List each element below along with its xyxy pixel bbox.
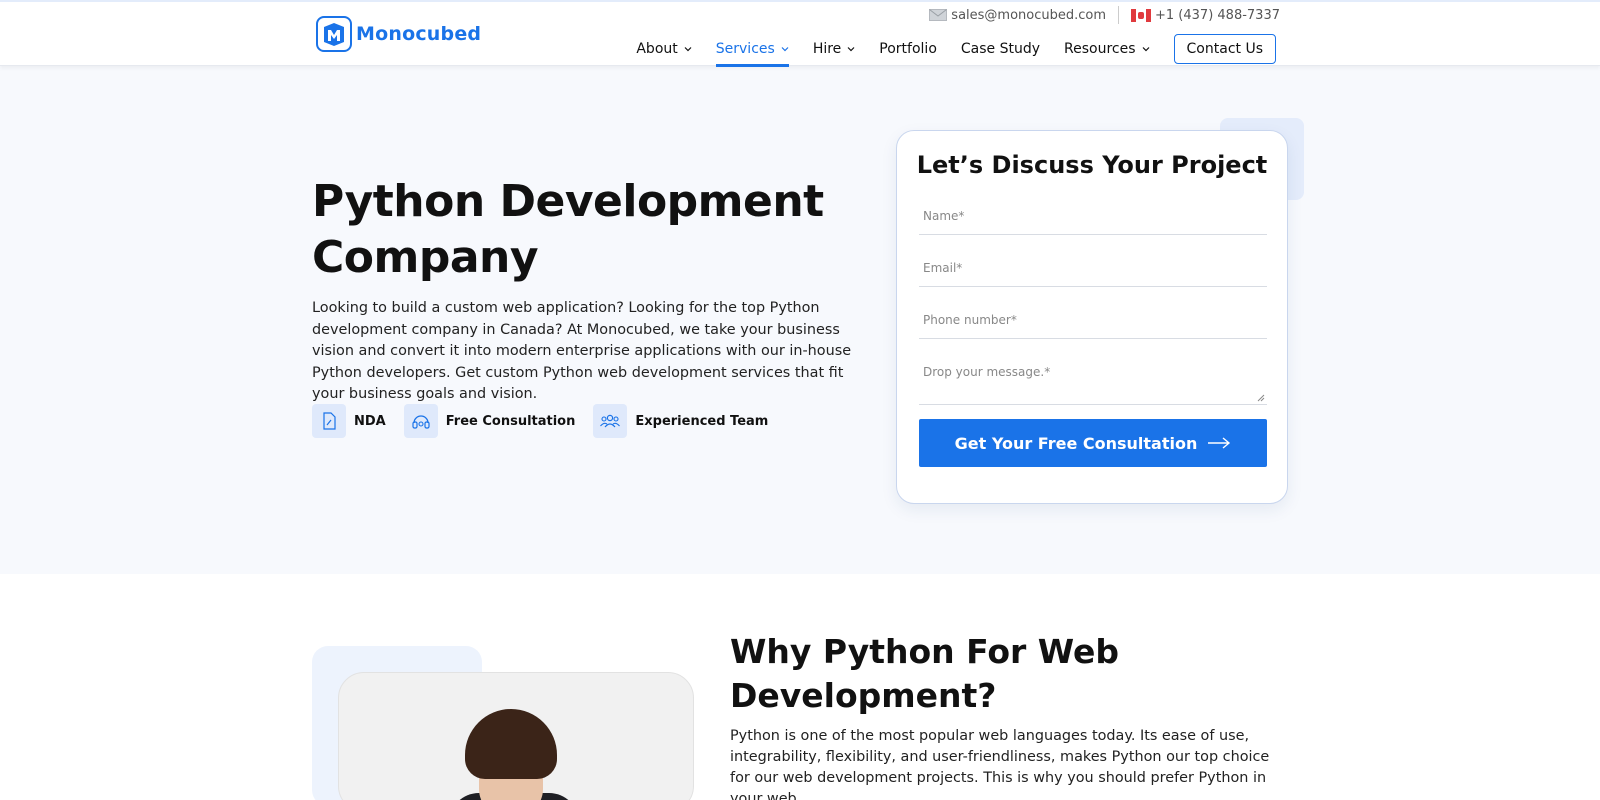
arrow-right-icon xyxy=(1208,437,1231,449)
phone-link[interactable]: +1 (437) 488-7337 xyxy=(1155,8,1280,23)
resize-grip-icon[interactable] xyxy=(1257,394,1265,402)
nav-item-label: Services xyxy=(715,41,775,57)
chevron-down-icon xyxy=(684,47,692,52)
nav-item-hire[interactable]: Hire xyxy=(813,32,855,66)
feature-free-consultation: Free Consultation xyxy=(403,404,576,438)
nav-item-label: Portfolio xyxy=(879,41,937,57)
phone-field[interactable]: Phone number* xyxy=(919,313,1267,339)
name-field[interactable]: Name* xyxy=(919,209,1267,235)
headset-icon xyxy=(403,404,438,438)
email-link[interactable]: sales@monocubed.com xyxy=(951,8,1106,23)
site-header: Monocubed sales@monocubed.com +1 (437) 4… xyxy=(0,0,1600,67)
topline-divider xyxy=(1118,6,1120,24)
main-nav: About Services Hire Portfolio Case Study… xyxy=(612,32,1276,67)
team-icon xyxy=(593,404,628,438)
nav-item-label: Hire xyxy=(812,41,842,57)
submit-label: Get Your Free Consultation xyxy=(954,433,1198,453)
email-field[interactable]: Email* xyxy=(919,261,1267,287)
nav-item-label: Case Study xyxy=(960,41,1041,57)
chevron-down-icon xyxy=(1142,47,1149,52)
why-python-section: Why Python For Web Development? Python i… xyxy=(0,574,1600,800)
feature-experienced-team: Experienced Team xyxy=(593,404,768,438)
nav-item-services[interactable]: Services xyxy=(715,32,789,67)
form-title: Let’s Discuss Your Project xyxy=(916,151,1268,179)
nav-item-label: Resources xyxy=(1064,41,1136,57)
mail-icon xyxy=(929,9,948,21)
feature-label: Experienced Team xyxy=(635,413,769,429)
feature-label: Free Consultation xyxy=(445,413,576,429)
logo-mark-icon xyxy=(316,16,352,52)
message-placeholder: Drop your message.* xyxy=(923,365,1051,379)
chevron-down-icon xyxy=(847,47,855,52)
logo[interactable]: Monocubed xyxy=(316,16,481,52)
page-title: Python Development Company xyxy=(312,176,824,283)
hero-description: Looking to build a custom web applicatio… xyxy=(312,300,852,402)
photo-hair xyxy=(465,709,557,779)
project-inquiry-form: Let’s Discuss Your Project Name* Email* … xyxy=(896,130,1288,504)
hero-section: Python Development Company Looking to bu… xyxy=(0,66,1600,574)
contact-us-button[interactable]: Contact Us xyxy=(1173,34,1276,64)
feature-nda: NDA xyxy=(312,404,386,438)
nav-item-label: About xyxy=(636,41,678,57)
developer-photo xyxy=(338,672,694,800)
nav-item-case-study[interactable]: Case Study xyxy=(961,32,1040,66)
contact-topline: sales@monocubed.com +1 (437) 488-7337 xyxy=(929,6,1280,24)
nav-item-about[interactable]: About xyxy=(636,32,692,66)
feature-list: NDA Free Consultation Experienced Team xyxy=(312,404,786,438)
logo-text: Monocubed xyxy=(356,23,482,45)
nav-item-resources[interactable]: Resources xyxy=(1064,32,1150,66)
document-icon xyxy=(312,404,346,438)
canada-flag-icon xyxy=(1131,8,1152,22)
section-description: Python is one of the most popular web la… xyxy=(730,728,1270,800)
section-title: Why Python For Web Development? xyxy=(730,632,1119,715)
free-consultation-button[interactable]: Get Your Free Consultation xyxy=(919,419,1267,467)
feature-label: NDA xyxy=(354,413,386,429)
nav-item-portfolio[interactable]: Portfolio xyxy=(879,32,937,66)
chevron-down-icon xyxy=(781,47,789,52)
message-field[interactable]: Drop your message.* xyxy=(919,365,1267,405)
